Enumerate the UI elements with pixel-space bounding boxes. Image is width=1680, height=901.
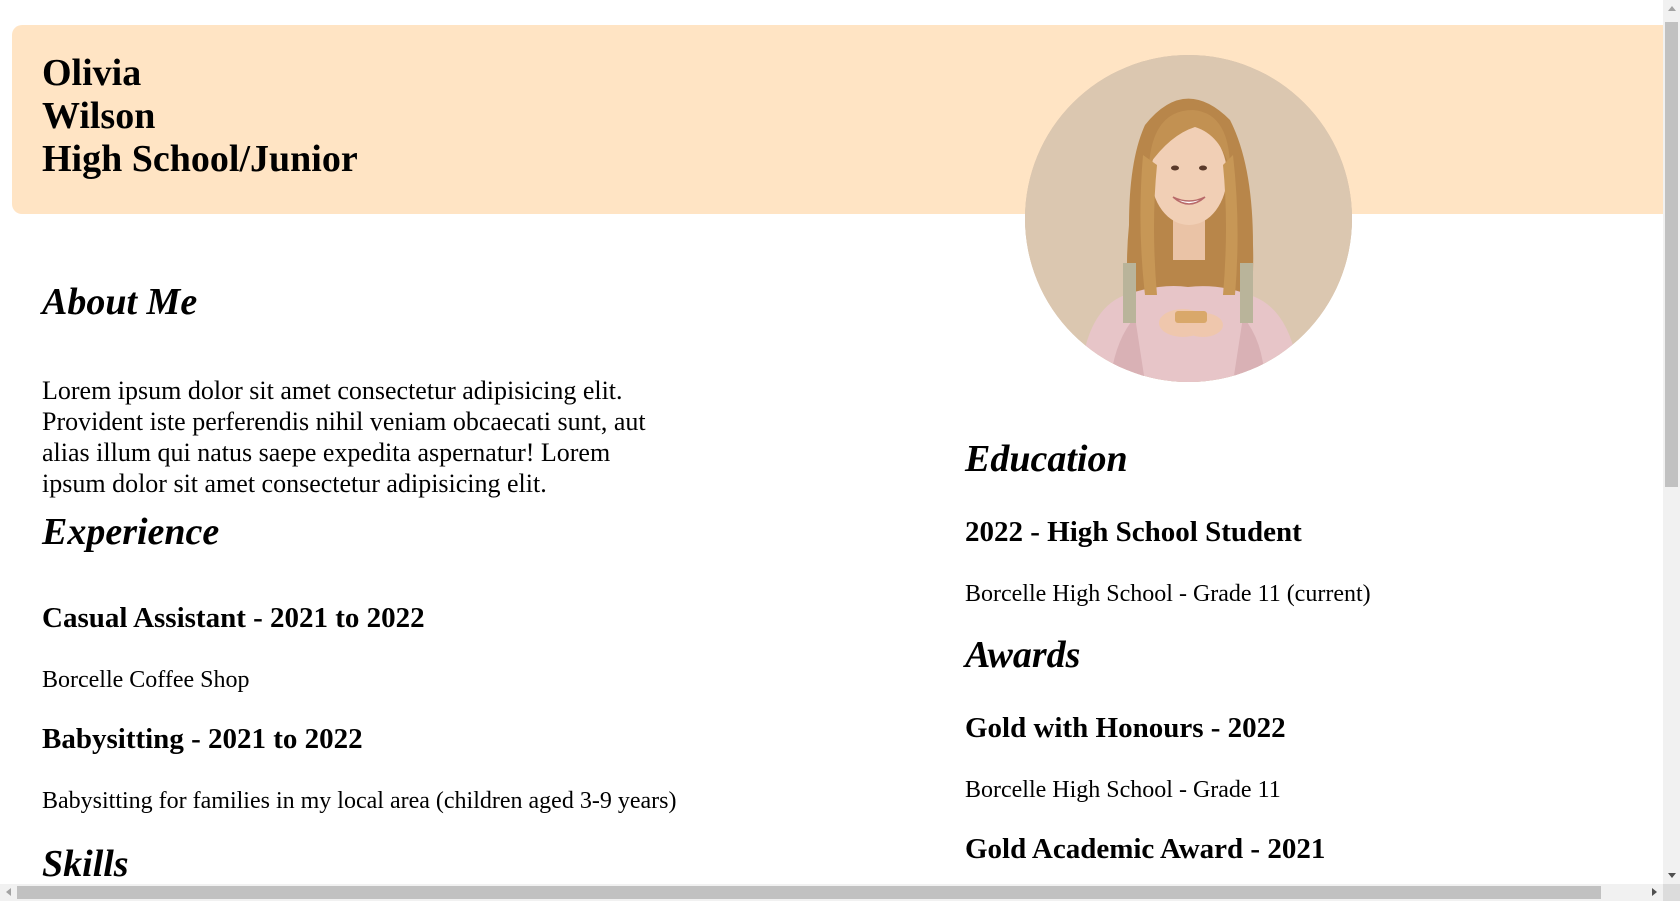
- experience-item-title: Casual Assistant - 2021 to 2022: [42, 602, 425, 634]
- first-name: Olivia: [42, 52, 142, 94]
- scrollbar-corner: [1663, 884, 1680, 901]
- experience-item-detail: Babysitting for families in my local are…: [42, 788, 677, 814]
- profile-photo-icon: [1025, 55, 1352, 382]
- award-item-detail: Borcelle High School - Grade 11: [965, 777, 1281, 803]
- profile-photo: [1025, 55, 1352, 382]
- about-heading: About Me: [42, 281, 198, 323]
- about-line-2: Provident iste perferendis nihil veniam …: [42, 407, 646, 436]
- scroll-left-arrow-icon[interactable]: [6, 888, 11, 896]
- skills-heading: Skills: [42, 843, 129, 884]
- award-item-title: Gold Academic Award - 2021: [965, 833, 1326, 865]
- name-heading: Olivia Wilson High School/Junior: [42, 52, 358, 181]
- scroll-right-arrow-icon[interactable]: [1652, 888, 1657, 896]
- award-item-title: Gold with Honours - 2022: [965, 712, 1286, 744]
- experience-item-detail: Borcelle Coffee Shop: [42, 667, 250, 693]
- scroll-up-arrow-icon[interactable]: [1668, 6, 1676, 11]
- education-heading: Education: [965, 438, 1128, 480]
- page-viewport: Olivia Wilson High School/Junior About M…: [0, 0, 1663, 884]
- horizontal-scroll-thumb[interactable]: [17, 886, 1601, 899]
- experience-item-title: Babysitting - 2021 to 2022: [42, 723, 363, 755]
- vertical-scroll-thumb[interactable]: [1665, 22, 1678, 487]
- education-item-title: 2022 - High School Student: [965, 516, 1302, 548]
- about-text: Lorem ipsum dolor sit amet consectetur a…: [42, 375, 702, 499]
- vertical-scrollbar[interactable]: [1663, 0, 1680, 884]
- about-line-3: alias illum qui natus saepe expedita asp…: [42, 438, 611, 467]
- about-line-4: ipsum dolor sit amet consectetur adipisi…: [42, 469, 547, 498]
- last-name: Wilson: [42, 95, 156, 137]
- education-item-detail: Borcelle High School - Grade 11 (current…: [965, 581, 1371, 607]
- school-level: High School/Junior: [42, 138, 358, 180]
- horizontal-scrollbar[interactable]: [0, 884, 1663, 901]
- awards-heading: Awards: [965, 634, 1081, 676]
- about-line-1: Lorem ipsum dolor sit amet consectetur a…: [42, 376, 623, 405]
- experience-heading: Experience: [42, 511, 220, 553]
- scroll-down-arrow-icon[interactable]: [1668, 873, 1676, 878]
